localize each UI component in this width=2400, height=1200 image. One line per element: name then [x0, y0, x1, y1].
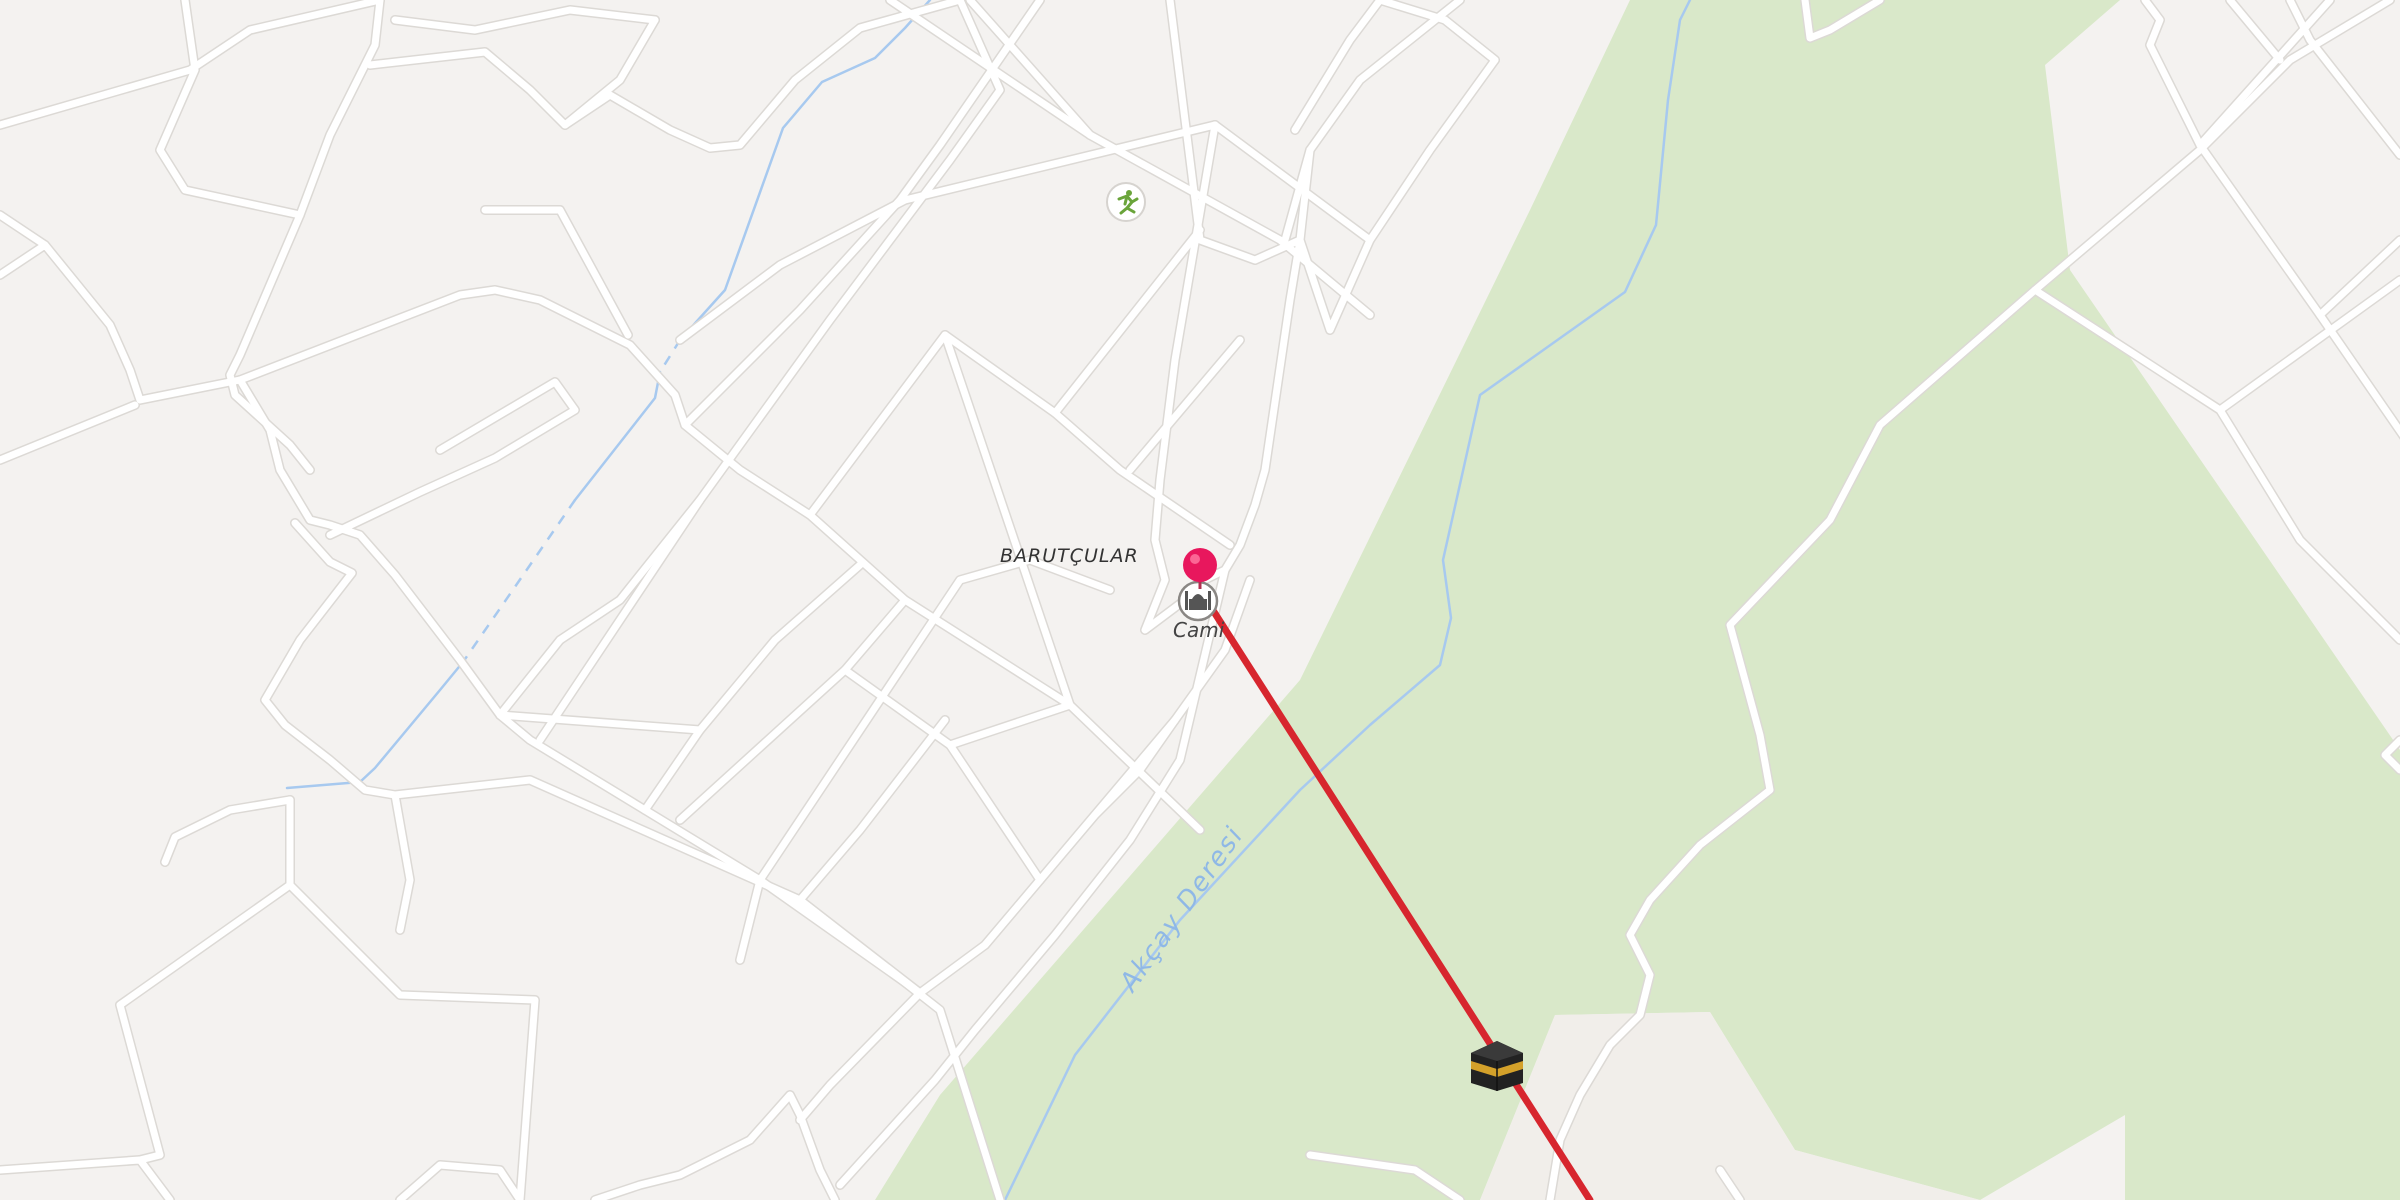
- poi-label: Cami: [1173, 618, 1225, 642]
- running-person-icon[interactable]: [1106, 182, 1146, 222]
- place-label: BARUTÇULAR: [1000, 545, 1139, 567]
- mosque-icon[interactable]: [1177, 580, 1219, 622]
- map-canvas[interactable]: Akçay Deresi BARUTÇULAR Cami: [0, 0, 2400, 1200]
